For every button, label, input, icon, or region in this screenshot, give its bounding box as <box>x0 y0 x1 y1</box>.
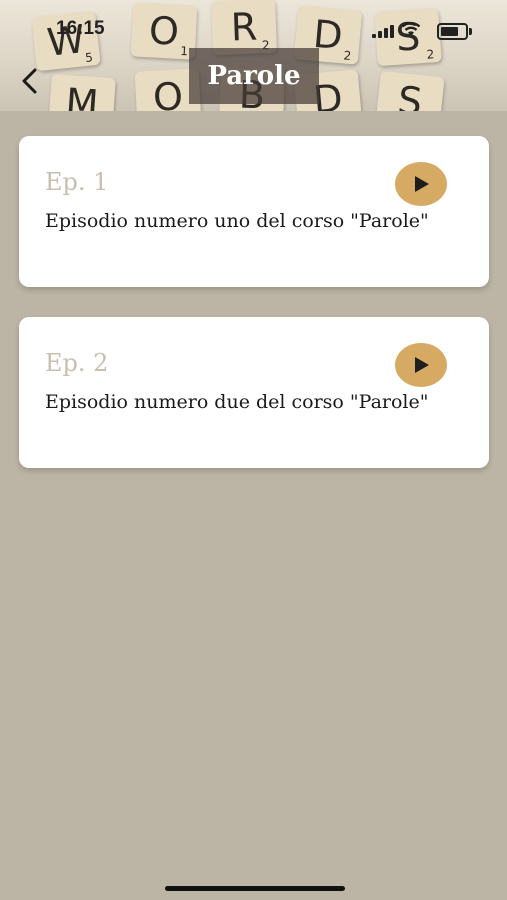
header-banner: W5 O1 R2 D2 S2 M O B D S 16:15 Parole <box>0 0 507 111</box>
play-button[interactable] <box>395 343 447 387</box>
letter-tile: M <box>48 73 116 111</box>
cellular-signal-icon <box>372 24 394 38</box>
home-indicator[interactable] <box>165 886 345 891</box>
episode-description: Episodio numero due del corso "Parole" <box>45 391 429 413</box>
status-time: 16:15 <box>56 18 105 39</box>
play-button[interactable] <box>395 162 447 206</box>
play-icon <box>415 176 429 192</box>
back-button[interactable] <box>18 64 42 98</box>
chevron-left-icon <box>22 68 37 94</box>
episode-label: Ep. 1 <box>45 168 109 196</box>
episode-card[interactable]: Ep. 1 Episodio numero uno del corso "Par… <box>19 136 489 287</box>
letter-tile: S <box>375 70 445 111</box>
page-title: Parole <box>207 61 301 91</box>
play-icon <box>415 357 429 373</box>
page-title-box: Parole <box>189 48 319 104</box>
status-bar: 16:15 <box>0 12 507 44</box>
battery-icon <box>437 23 472 40</box>
episode-label: Ep. 2 <box>45 349 109 377</box>
episode-card[interactable]: Ep. 2 Episodio numero due del corso "Par… <box>19 317 489 468</box>
episode-description: Episodio numero uno del corso "Parole" <box>45 210 429 232</box>
wifi-icon <box>401 21 421 42</box>
